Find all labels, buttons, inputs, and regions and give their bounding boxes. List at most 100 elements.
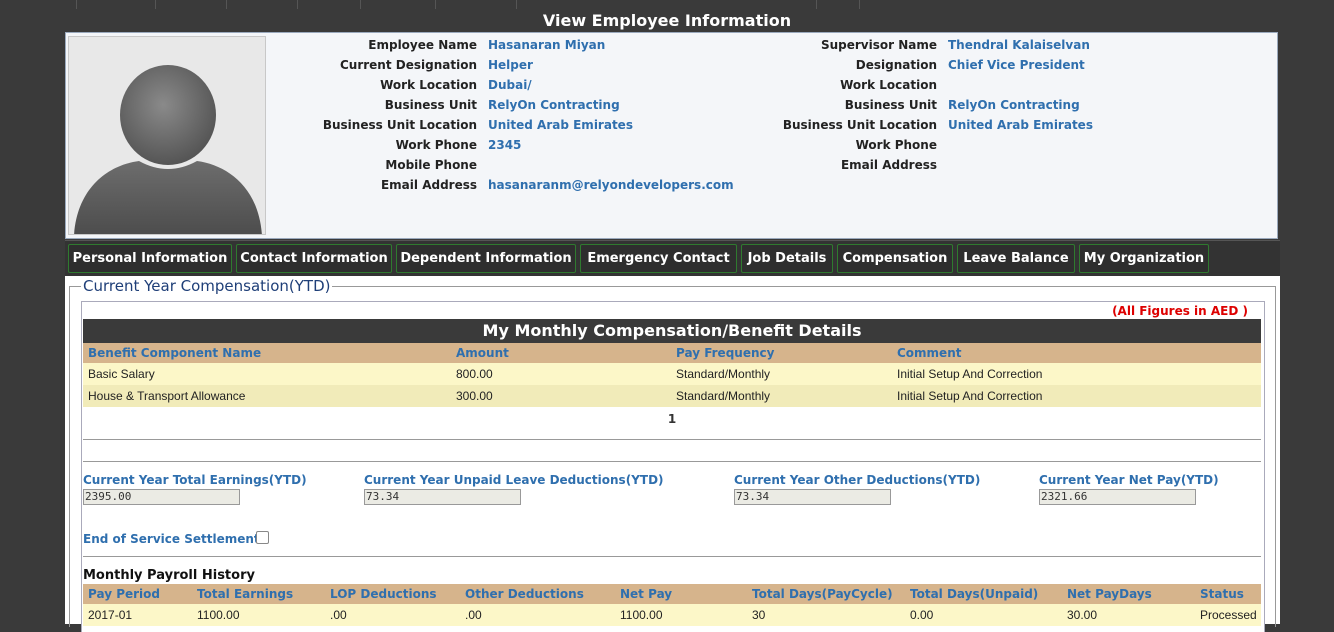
menu-segment[interactable] — [817, 0, 860, 9]
field-value: Helper — [488, 58, 533, 72]
table-cell: 300.00 — [456, 389, 493, 403]
field-label: Business Unit Location — [782, 118, 937, 132]
field-label: Work Phone — [395, 138, 477, 152]
divider — [83, 556, 1261, 557]
column-header[interactable]: Net PayDays — [1067, 584, 1152, 604]
menu-segment[interactable] — [227, 0, 298, 9]
field-label: Business Unit — [384, 98, 477, 112]
table-cell: Basic Salary — [88, 367, 155, 381]
column-header[interactable]: LOP Deductions — [330, 584, 437, 604]
table-row: House & Transport Allowance 300.00 Stand… — [83, 385, 1261, 407]
field-value: 2345 — [488, 138, 522, 152]
unpaid-leave-deductions-field[interactable]: 73.34 — [364, 489, 521, 505]
column-header[interactable]: Total Earnings — [197, 584, 293, 604]
column-header[interactable]: Amount — [456, 343, 509, 363]
table-row: Basic Salary 800.00 Standard/Monthly Ini… — [83, 363, 1261, 385]
table-cell: Initial Setup And Correction — [897, 389, 1043, 403]
field-label: Business Unit — [844, 98, 937, 112]
net-pay-field[interactable]: 2321.66 — [1039, 489, 1196, 505]
table-row: 2017-01 1100.00 .00 .00 1100.00 30 0.00 … — [83, 604, 1261, 626]
column-header[interactable]: Other Deductions — [465, 584, 584, 604]
table-cell: Standard/Monthly — [676, 367, 771, 381]
unpaid-leave-deductions-label: Current Year Unpaid Leave Deductions(YTD… — [364, 473, 664, 487]
field-value: Dubai/ — [488, 78, 532, 92]
column-header[interactable]: Benefit Component Name — [88, 343, 261, 363]
page-title: View Employee Information — [542, 11, 792, 30]
employee-photo-placeholder — [68, 36, 266, 235]
field-label: Employee Name — [368, 38, 477, 52]
field-value: Chief Vice President — [948, 58, 1085, 72]
compensation-content: Current Year Compensation(YTD) (All Figu… — [65, 276, 1280, 632]
field-label: Work Phone — [855, 138, 937, 152]
menu-segment[interactable] — [156, 0, 227, 9]
tab-contact-information[interactable]: Contact Information — [236, 244, 392, 273]
table-cell: 30 — [752, 608, 766, 622]
menu-segment[interactable] — [436, 0, 517, 9]
benefits-table-header: Benefit Component Name Amount Pay Freque… — [83, 343, 1261, 363]
menu-segment[interactable] — [740, 0, 817, 9]
field-value: United Arab Emirates — [488, 118, 633, 132]
field-value: Hasanaran Miyan — [488, 38, 606, 52]
column-header[interactable]: Pay Period — [88, 584, 160, 604]
benefits-table-title: My Monthly Compensation/Benefit Details — [83, 319, 1261, 343]
table-cell: 1100.00 — [620, 608, 663, 622]
tab-leave-balance[interactable]: Leave Balance — [957, 244, 1075, 273]
table-cell: 1100.00 — [197, 608, 240, 622]
field-value: Thendral Kalaiselvan — [948, 38, 1090, 52]
column-header[interactable]: Pay Frequency — [676, 343, 774, 363]
tab-job-details[interactable]: Job Details — [741, 244, 833, 273]
table-cell: 800.00 — [456, 367, 493, 381]
net-pay-label: Current Year Net Pay(YTD) — [1039, 473, 1219, 487]
table-cell: 2017-01 — [88, 608, 133, 622]
field-value: hasanaranm@relyondevelopers.com — [488, 178, 734, 192]
divider — [83, 439, 1261, 440]
column-header[interactable]: Net Pay — [620, 584, 672, 604]
field-label: Current Designation — [339, 58, 477, 72]
table-cell: .00 — [465, 608, 482, 622]
other-deductions-label: Current Year Other Deductions(YTD) — [734, 473, 981, 487]
compensation-panel: (All Figures in AED ) My Monthly Compens… — [81, 301, 1265, 632]
field-label: Email Address — [380, 178, 477, 192]
section-legend: Current Year Compensation(YTD) — [81, 276, 333, 296]
figures-currency-note: (All Figures in AED ) — [1112, 304, 1248, 318]
user-avatar-icon — [69, 37, 265, 234]
field-label: Supervisor Name — [820, 38, 937, 52]
table-cell: Processed — [1200, 608, 1257, 622]
payroll-table-header: Pay Period Total Earnings LOP Deductions… — [83, 584, 1261, 604]
menu-segment[interactable] — [361, 0, 436, 9]
table-cell: Initial Setup And Correction — [897, 367, 1043, 381]
field-value: RelyOn Contracting — [488, 98, 620, 112]
employee-profile-panel: Employee Name Hasanaran Miyan Current Desi… — [65, 32, 1278, 239]
table-cell: 0.00 — [910, 608, 934, 622]
menu-segment[interactable] — [77, 0, 156, 9]
field-label: Designation — [855, 58, 937, 72]
field-value: RelyOn Contracting — [948, 98, 1080, 112]
field-label: Work Location — [380, 78, 477, 92]
column-header[interactable]: Total Days(Unpaid) — [910, 584, 1038, 604]
table-cell: Standard/Monthly — [676, 389, 771, 403]
field-label: Business Unit Location — [322, 118, 477, 132]
column-header[interactable]: Status — [1200, 584, 1244, 604]
divider — [83, 461, 1261, 462]
payroll-history-title: Monthly Payroll History — [83, 568, 255, 583]
pagination-page-1[interactable]: 1 — [82, 412, 1262, 426]
employee-tabs: Personal Information Contact Information… — [65, 240, 1280, 276]
total-earnings-label: Current Year Total Earnings(YTD) — [83, 473, 307, 487]
table-cell: 30.00 — [1067, 608, 1098, 622]
tab-my-organization[interactable]: My Organization — [1079, 244, 1209, 273]
column-header[interactable]: Comment — [897, 343, 961, 363]
tab-dependent-information[interactable]: Dependent Information — [396, 244, 576, 273]
menu-segment[interactable] — [0, 0, 77, 9]
field-label: Work Location — [840, 78, 937, 92]
other-deductions-field[interactable]: 73.34 — [734, 489, 891, 505]
total-earnings-field[interactable]: 2395.00 — [83, 489, 240, 505]
tab-personal-information[interactable]: Personal Information — [68, 244, 232, 273]
tab-emergency-contact[interactable]: Emergency Contact — [580, 244, 737, 273]
column-header[interactable]: Total Days(PayCycle) — [752, 584, 893, 604]
menu-segment[interactable] — [298, 0, 361, 9]
end-of-service-label: End of Service Settlement: — [83, 532, 265, 546]
table-cell: House & Transport Allowance — [88, 389, 246, 403]
end-of-service-checkbox[interactable] — [256, 531, 269, 544]
tab-compensation[interactable]: Compensation — [837, 244, 953, 273]
field-label: Email Address — [840, 158, 937, 172]
